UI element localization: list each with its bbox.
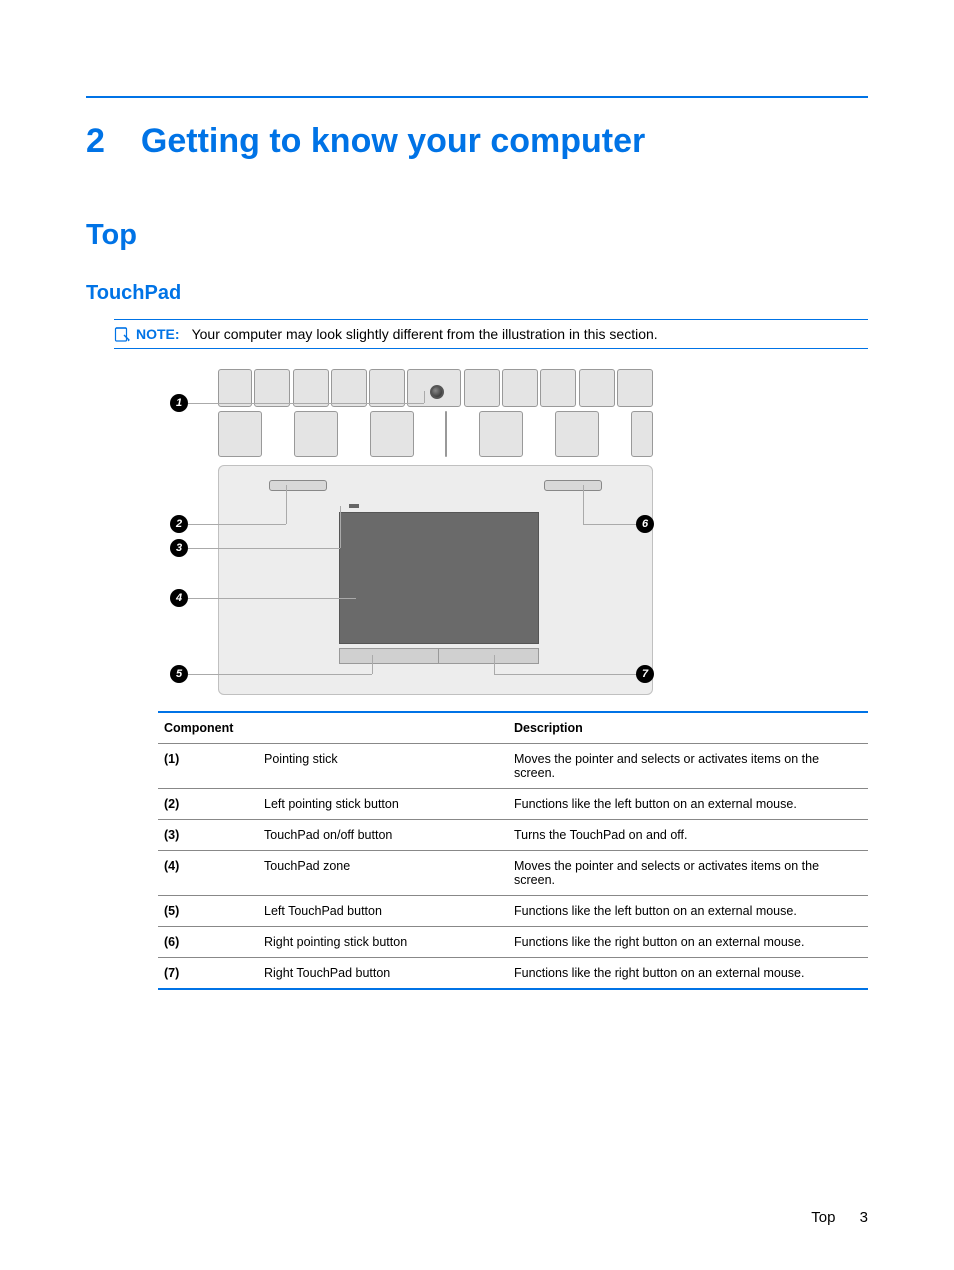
table-row: (2) Left pointing stick button Functions… xyxy=(158,789,868,820)
row-num: (3) xyxy=(158,820,258,851)
chapter-heading: 2 Getting to know your computer xyxy=(86,122,868,161)
callout-3: 3 xyxy=(170,539,188,557)
note-box: NOTE: Your computer may look slightly dif… xyxy=(114,319,868,349)
footer-section-label: Top xyxy=(811,1209,835,1226)
row-component: Pointing stick xyxy=(258,744,508,789)
th-component: Component xyxy=(158,712,508,744)
note-text: Your computer may look slightly differen… xyxy=(192,326,658,342)
table-row: (1) Pointing stick Moves the pointer and… xyxy=(158,744,868,789)
callout-2: 2 xyxy=(170,515,188,533)
callout-7: 7 xyxy=(636,665,654,683)
th-description: Description xyxy=(508,712,868,744)
row-description: Moves the pointer and selects or activat… xyxy=(508,744,868,789)
note-label: NOTE: xyxy=(136,326,180,342)
subsection-heading: TouchPad xyxy=(86,282,868,305)
row-num: (1) xyxy=(158,744,258,789)
table-row: (7) Right TouchPad button Functions like… xyxy=(158,958,868,990)
touchpad-illustration: 1 2 3 4 5 6 7 xyxy=(158,369,658,699)
table-row: (6) Right pointing stick button Function… xyxy=(158,927,868,958)
pointing-stick-graphic xyxy=(430,385,444,399)
callout-4: 4 xyxy=(170,589,188,607)
row-num: (4) xyxy=(158,851,258,896)
row-component: Left pointing stick button xyxy=(258,789,508,820)
table-row: (5) Left TouchPad button Functions like … xyxy=(158,896,868,927)
row-description: Moves the pointer and selects or activat… xyxy=(508,851,868,896)
row-component: Right pointing stick button xyxy=(258,927,508,958)
note-icon xyxy=(114,326,130,342)
footer-page-number: 3 xyxy=(860,1209,868,1226)
table-row: (3) TouchPad on/off button Turns the Tou… xyxy=(158,820,868,851)
row-description: Functions like the left button on an ext… xyxy=(508,896,868,927)
row-num: (6) xyxy=(158,927,258,958)
row-description: Functions like the right button on an ex… xyxy=(508,958,868,990)
row-description: Functions like the left button on an ext… xyxy=(508,789,868,820)
row-description: Turns the TouchPad on and off. xyxy=(508,820,868,851)
chapter-number: 2 xyxy=(86,122,105,161)
row-component: Right TouchPad button xyxy=(258,958,508,990)
row-component: Left TouchPad button xyxy=(258,896,508,927)
component-table: Component Description (1) Pointing stick… xyxy=(158,711,868,990)
callout-6: 6 xyxy=(636,515,654,533)
section-heading: Top xyxy=(86,219,868,252)
chapter-title: Getting to know your computer xyxy=(141,122,645,160)
row-component: TouchPad on/off button xyxy=(258,820,508,851)
row-num: (5) xyxy=(158,896,258,927)
row-num: (7) xyxy=(158,958,258,990)
row-component: TouchPad zone xyxy=(258,851,508,896)
callout-5: 5 xyxy=(170,665,188,683)
page-footer: Top 3 xyxy=(811,1209,868,1226)
table-row: (4) TouchPad zone Moves the pointer and … xyxy=(158,851,868,896)
row-description: Functions like the right button on an ex… xyxy=(508,927,868,958)
row-num: (2) xyxy=(158,789,258,820)
callout-1: 1 xyxy=(170,394,188,412)
